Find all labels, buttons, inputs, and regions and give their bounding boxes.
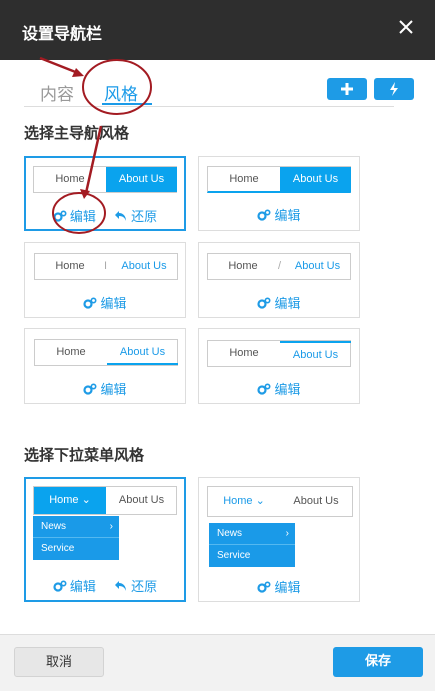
nav-divider: I bbox=[104, 260, 108, 272]
edit-button[interactable]: 编辑 bbox=[53, 206, 96, 225]
nav-style-card-2[interactable]: Home About Us 编辑 bbox=[198, 156, 360, 231]
nav-style-card-4[interactable]: Home / About Us 编辑 bbox=[198, 242, 360, 318]
nav-item-home: Home ⌄ bbox=[223, 495, 265, 507]
nav-item-home: Home bbox=[55, 173, 85, 185]
nav-item-about: About Us bbox=[280, 341, 351, 366]
nav-item-about: About Us bbox=[294, 260, 341, 272]
nav-style-card-1[interactable]: Home About Us 编辑 还原 bbox=[24, 156, 186, 231]
gears-icon bbox=[53, 579, 67, 592]
nav-style-card-6[interactable]: Home About Us 编辑 bbox=[198, 328, 360, 404]
section-title-main-nav: 选择主导航风格 bbox=[24, 124, 130, 142]
dialog-body: 内容 风格 选择主导航风格 Home About Us 编辑 还原 Home A… bbox=[8, 60, 427, 634]
card-actions: 编辑 bbox=[25, 293, 185, 313]
card-actions: 编辑 还原 bbox=[26, 206, 184, 226]
nav-item-home: Home bbox=[229, 173, 259, 185]
dialog-footer: 取消 保存 bbox=[0, 634, 435, 691]
edit-label: 编辑 bbox=[100, 383, 127, 398]
dialog: 设置导航栏 内容 风格 选择主导航风格 Home About Us 编辑 还原 … bbox=[0, 0, 435, 691]
edit-button[interactable]: 编辑 bbox=[83, 293, 127, 312]
nav-preview: Home ⌄ About Us bbox=[207, 486, 353, 517]
card-actions: 编辑 bbox=[25, 379, 185, 399]
nav-preview: Home ⌄ About Us bbox=[33, 486, 177, 515]
card-actions: 编辑 bbox=[199, 577, 359, 597]
card-actions: 编辑 bbox=[199, 293, 359, 313]
nav-preview: Home About Us bbox=[207, 166, 351, 193]
tab-content[interactable]: 内容 bbox=[40, 80, 74, 105]
restore-button[interactable]: 还原 bbox=[114, 576, 157, 595]
nav-preview: Home / About Us bbox=[207, 253, 351, 280]
tab-style[interactable]: 风格 bbox=[104, 80, 138, 105]
edit-button[interactable]: 编辑 bbox=[257, 205, 301, 224]
titlebar: 设置导航栏 bbox=[0, 0, 435, 60]
card-actions: 编辑 bbox=[199, 205, 359, 225]
restore-label: 还原 bbox=[131, 580, 158, 595]
nav-item-home: Home bbox=[229, 347, 259, 359]
nav-preview: Home About Us bbox=[33, 166, 177, 193]
dropdown-menu: News › Service bbox=[33, 516, 119, 560]
nav-style-card-5[interactable]: Home About Us 编辑 bbox=[24, 328, 186, 404]
gears-icon bbox=[83, 296, 97, 309]
close-icon[interactable] bbox=[395, 16, 417, 38]
dropdown-item-service: Service bbox=[217, 550, 251, 561]
dropdown-style-card-2[interactable]: Home ⌄ About Us News › Service 编辑 bbox=[198, 477, 360, 602]
lightning-icon bbox=[390, 82, 398, 96]
gears-icon bbox=[257, 208, 271, 221]
edit-label: 编辑 bbox=[69, 210, 96, 225]
card-actions: 编辑 还原 bbox=[26, 576, 184, 596]
dropdown-item-news: News › bbox=[33, 516, 119, 538]
nav-item-about: About Us bbox=[293, 495, 339, 507]
nav-style-card-3[interactable]: Home I About Us 编辑 bbox=[24, 242, 186, 318]
dropdown-menu: News › Service bbox=[209, 523, 295, 567]
dialog-title: 设置导航栏 bbox=[22, 24, 103, 43]
edit-button[interactable]: 编辑 bbox=[257, 293, 301, 312]
undo-icon bbox=[115, 580, 127, 591]
gears-icon bbox=[257, 296, 271, 309]
gears-icon bbox=[257, 580, 271, 593]
nav-item-about: About Us bbox=[118, 494, 165, 506]
restore-button[interactable]: 还原 bbox=[114, 206, 157, 225]
nav-item-home: Home bbox=[56, 346, 86, 358]
nav-preview: Home About Us bbox=[207, 340, 351, 367]
gears-icon bbox=[83, 382, 97, 395]
gears-icon bbox=[257, 382, 271, 395]
edit-label: 编辑 bbox=[274, 383, 301, 398]
section-title-dropdown: 选择下拉菜单风格 bbox=[24, 446, 145, 464]
plus-icon bbox=[341, 83, 353, 95]
cancel-button[interactable]: 取消 bbox=[14, 647, 104, 677]
nav-divider: / bbox=[278, 260, 282, 272]
active-tab-indicator bbox=[102, 103, 152, 105]
edit-label: 编辑 bbox=[274, 209, 301, 224]
nav-item-home: Home ⌄ bbox=[34, 487, 106, 514]
dropdown-style-card-1[interactable]: Home ⌄ About Us News › Service 编辑 还原 bbox=[24, 477, 186, 602]
restore-label: 还原 bbox=[131, 210, 158, 225]
undo-icon bbox=[115, 210, 127, 221]
edit-button[interactable]: 编辑 bbox=[257, 379, 301, 398]
save-button[interactable]: 保存 bbox=[333, 647, 423, 677]
nav-preview: Home About Us bbox=[34, 339, 178, 366]
quick-action-button[interactable] bbox=[374, 78, 414, 100]
edit-label: 编辑 bbox=[274, 297, 301, 312]
nav-item-about: About Us bbox=[280, 167, 351, 192]
nav-item-home: Home bbox=[228, 260, 258, 272]
edit-label: 编辑 bbox=[69, 580, 96, 595]
edit-label: 编辑 bbox=[100, 297, 127, 312]
edit-label: 编辑 bbox=[274, 581, 301, 596]
dropdown-item-news: News › bbox=[209, 523, 295, 545]
card-actions: 编辑 bbox=[199, 379, 359, 399]
add-button[interactable] bbox=[327, 78, 367, 100]
nav-preview: Home I About Us bbox=[34, 253, 178, 280]
edit-button[interactable]: 编辑 bbox=[257, 577, 301, 596]
edit-button[interactable]: 编辑 bbox=[83, 379, 127, 398]
dropdown-item-service: Service bbox=[41, 543, 75, 554]
nav-item-about: About Us bbox=[121, 260, 167, 272]
gears-icon bbox=[53, 209, 67, 222]
nav-item-home: Home bbox=[55, 260, 85, 272]
nav-item-about: About Us bbox=[106, 167, 177, 192]
edit-button[interactable]: 编辑 bbox=[53, 576, 96, 595]
nav-item-about: About Us bbox=[107, 340, 178, 365]
